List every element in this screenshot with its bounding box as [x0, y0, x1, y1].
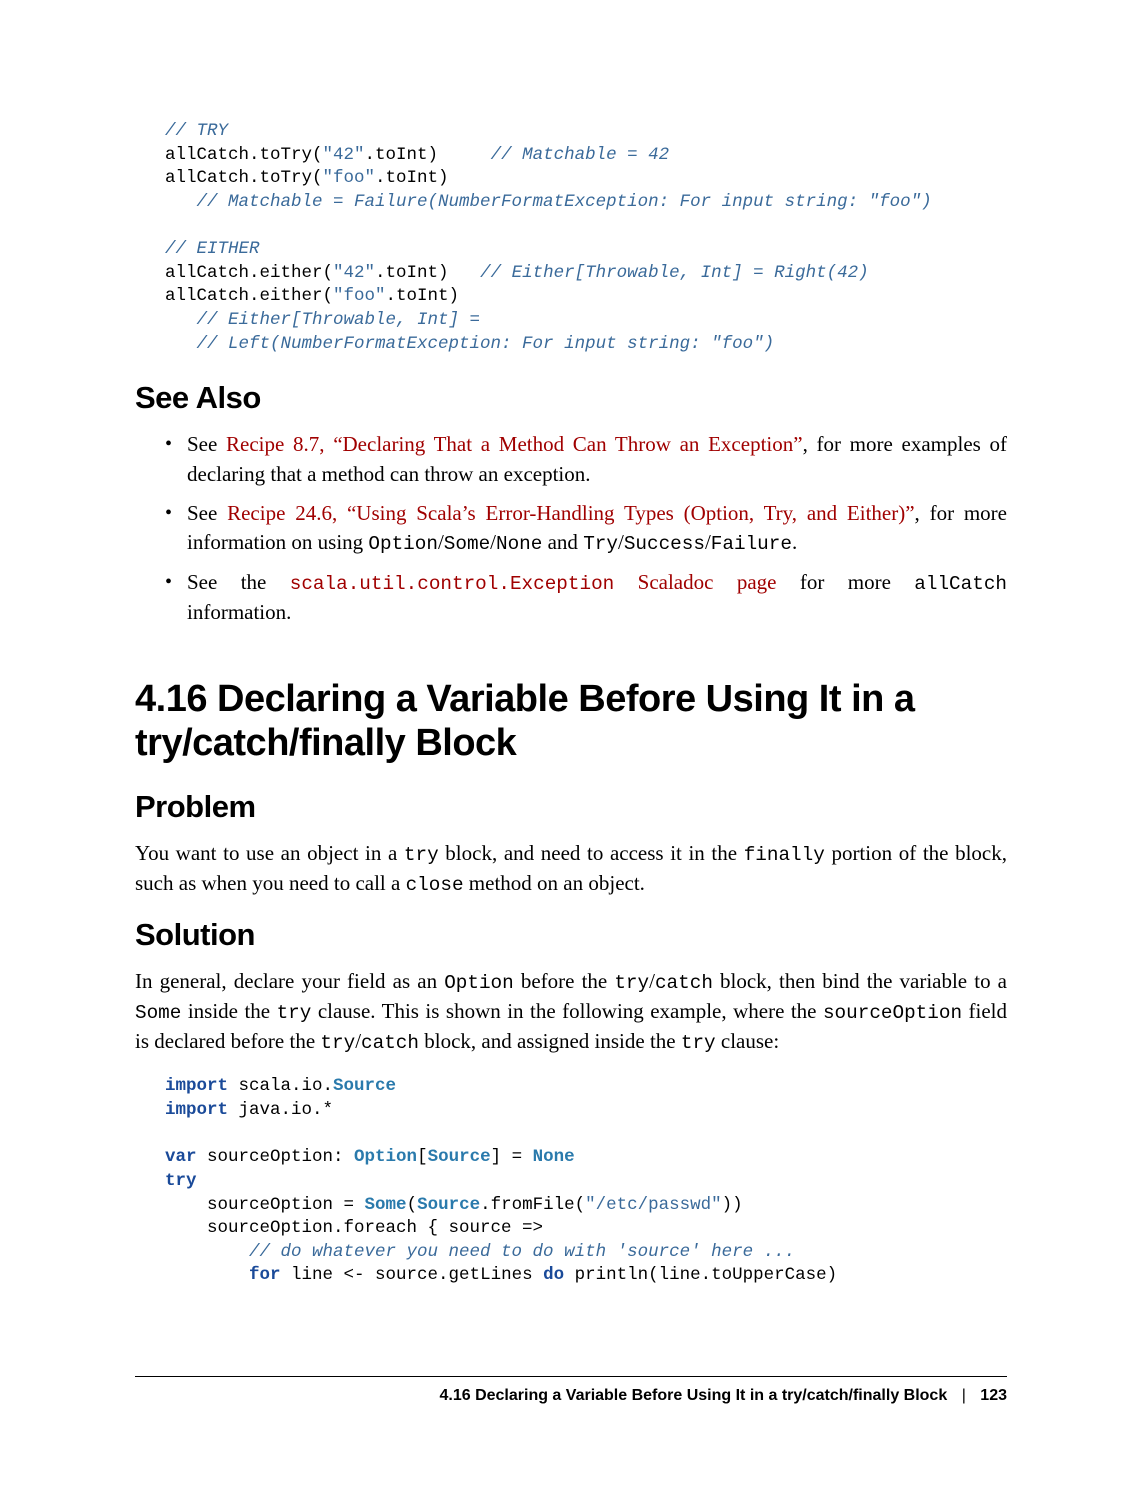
heading-see-also: See Also: [135, 380, 1007, 416]
link-recipe-8-7[interactable]: Recipe 8.7, “Declaring That a Method Can…: [226, 432, 803, 456]
see-also-list: See Recipe 8.7, “Declaring That a Method…: [165, 430, 1007, 628]
page-number: 123: [980, 1387, 1007, 1404]
heading-solution: Solution: [135, 917, 1007, 953]
code-block-try-either: // TRY allCatch.toTry("42".toInt) // Mat…: [165, 120, 1007, 356]
problem-paragraph: You want to use an object in a try block…: [135, 839, 1007, 899]
link-recipe-24-6[interactable]: Recipe 24.6, “Using Scala’s Error-Handli…: [227, 501, 914, 525]
heading-section-4-16: 4.16 Declaring a Variable Before Using I…: [135, 678, 1007, 765]
footer-separator: |: [962, 1387, 966, 1404]
list-item: See the scala.util.control.Exception Sca…: [165, 568, 1007, 627]
list-item: See Recipe 8.7, “Declaring That a Method…: [165, 430, 1007, 489]
solution-paragraph: In general, declare your field as an Opt…: [135, 967, 1007, 1057]
page-footer: 4.16 Declaring a Variable Before Using I…: [135, 1376, 1007, 1405]
heading-problem: Problem: [135, 789, 1007, 825]
footer-title: 4.16 Declaring a Variable Before Using I…: [439, 1387, 947, 1404]
list-item: See Recipe 24.6, “Using Scala’s Error-Ha…: [165, 499, 1007, 558]
code-block-solution: import scala.io.Source import java.io.* …: [165, 1075, 1007, 1288]
link-scaladoc-page[interactable]: scala.util.control.Exception Scaladoc pa…: [290, 570, 777, 594]
